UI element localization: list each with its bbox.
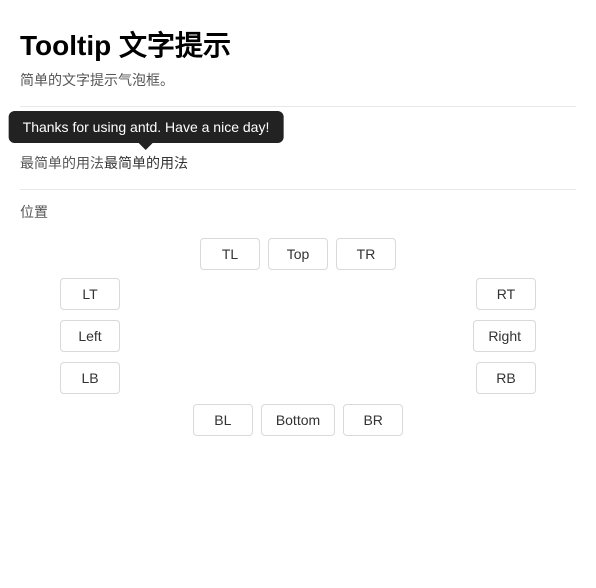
btn-lt[interactable]: LT: [60, 278, 120, 310]
btn-rb[interactable]: RB: [476, 362, 536, 394]
btn-top[interactable]: Top: [268, 238, 328, 270]
basic-section-label: 基本: [20, 119, 576, 139]
tooltip-trigger[interactable]: Thanks for using antd. Have a nice day! …: [104, 153, 188, 173]
page-title: Tooltip 文字提示: [20, 24, 576, 64]
positions-grid: TL Top TR LT RT Left Right LB RB BL Bott…: [20, 238, 576, 444]
position-lt-rt-row: LT RT: [20, 278, 576, 310]
position-divider: [20, 189, 576, 190]
basic-row-label: 最简单的用法: [20, 153, 104, 173]
tooltip-trigger-text: 最简单的用法: [104, 155, 188, 171]
btn-bottom[interactable]: Bottom: [261, 404, 335, 436]
btn-lb[interactable]: LB: [60, 362, 120, 394]
btn-tr[interactable]: TR: [336, 238, 396, 270]
position-section-label: 位置: [20, 202, 576, 222]
basic-divider: [20, 106, 576, 107]
btn-br[interactable]: BR: [343, 404, 403, 436]
position-lb-rb-row: LB RB: [20, 362, 576, 394]
page-subtitle: 简单的文字提示气泡框。: [20, 70, 576, 90]
btn-tl[interactable]: TL: [200, 238, 260, 270]
basic-row: 最简单的用法 Thanks for using antd. Have a nic…: [20, 153, 576, 173]
btn-bl[interactable]: BL: [193, 404, 253, 436]
btn-left[interactable]: Left: [60, 320, 120, 352]
position-left-right-row: Left Right: [20, 320, 576, 352]
position-top-row: TL Top TR: [20, 238, 576, 270]
btn-rt[interactable]: RT: [476, 278, 536, 310]
position-bottom-row: BL Bottom BR: [20, 404, 576, 436]
btn-right[interactable]: Right: [473, 320, 536, 352]
